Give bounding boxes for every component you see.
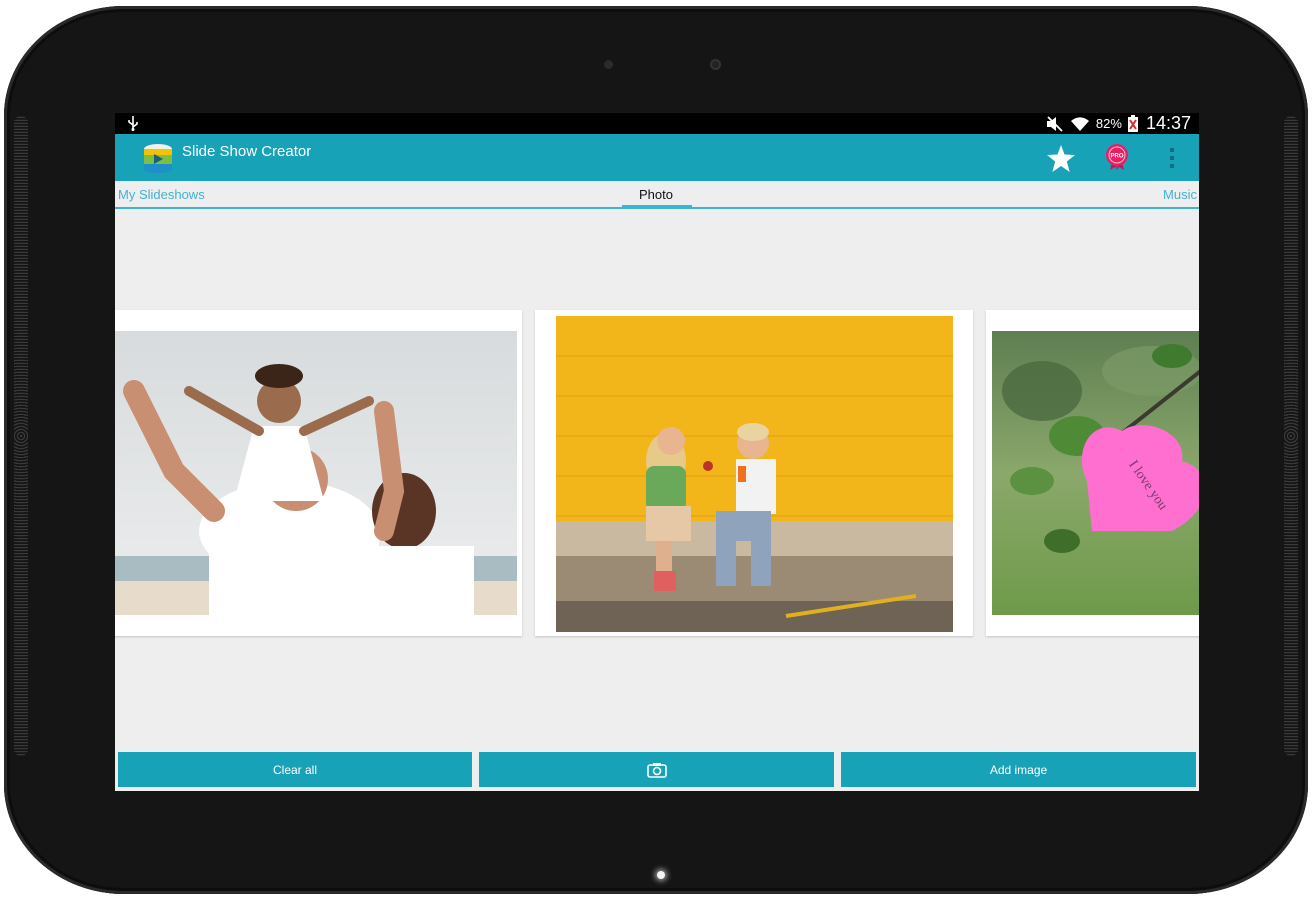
camera-icon (646, 762, 667, 778)
battery-icon (1127, 115, 1138, 132)
heart-note-photo[interactable]: I love you (992, 331, 1199, 615)
app-logo-icon[interactable] (141, 142, 175, 174)
camera-button[interactable] (479, 752, 834, 787)
usb-icon (128, 116, 138, 131)
photo-card[interactable]: I love you (986, 310, 1199, 636)
tab-my-slideshows[interactable]: My Slideshows (118, 187, 205, 202)
screen: 82% 14:37 Slide Show Creator PRO My Slid… (115, 113, 1199, 791)
tab-photo[interactable]: Photo (639, 187, 673, 202)
front-camera-icon (710, 59, 721, 70)
status-bar: 82% 14:37 (115, 113, 1199, 134)
star-icon[interactable] (1047, 145, 1075, 172)
overflow-menu-icon[interactable] (1168, 147, 1176, 169)
clear-all-button[interactable]: Clear all (118, 752, 472, 787)
notification-led-icon (657, 871, 665, 879)
family-beach-photo[interactable] (115, 331, 517, 615)
tab-strip: My Slideshows Photo Music (115, 181, 1199, 209)
tablet-device: 82% 14:37 Slide Show Creator PRO My Slid… (4, 6, 1308, 894)
sensor-icon (604, 60, 613, 69)
tab-music[interactable]: Music (1163, 187, 1197, 202)
wifi-icon (1070, 116, 1089, 131)
action-bar: Slide Show Creator PRO (115, 134, 1199, 181)
photo-card[interactable] (535, 310, 973, 636)
kids-yellow-wall-photo[interactable] (556, 316, 953, 632)
app-title: Slide Show Creator (182, 143, 312, 160)
add-image-button[interactable]: Add image (841, 752, 1196, 787)
pro-badge-icon[interactable]: PRO (1105, 144, 1129, 170)
mute-icon (1046, 115, 1063, 132)
clock: 14:37 (1145, 113, 1191, 133)
battery-percent: 82% (1095, 116, 1122, 131)
photo-card[interactable] (115, 310, 522, 636)
tab-indicator (622, 205, 692, 209)
svg-text:PRO: PRO (1110, 154, 1123, 160)
